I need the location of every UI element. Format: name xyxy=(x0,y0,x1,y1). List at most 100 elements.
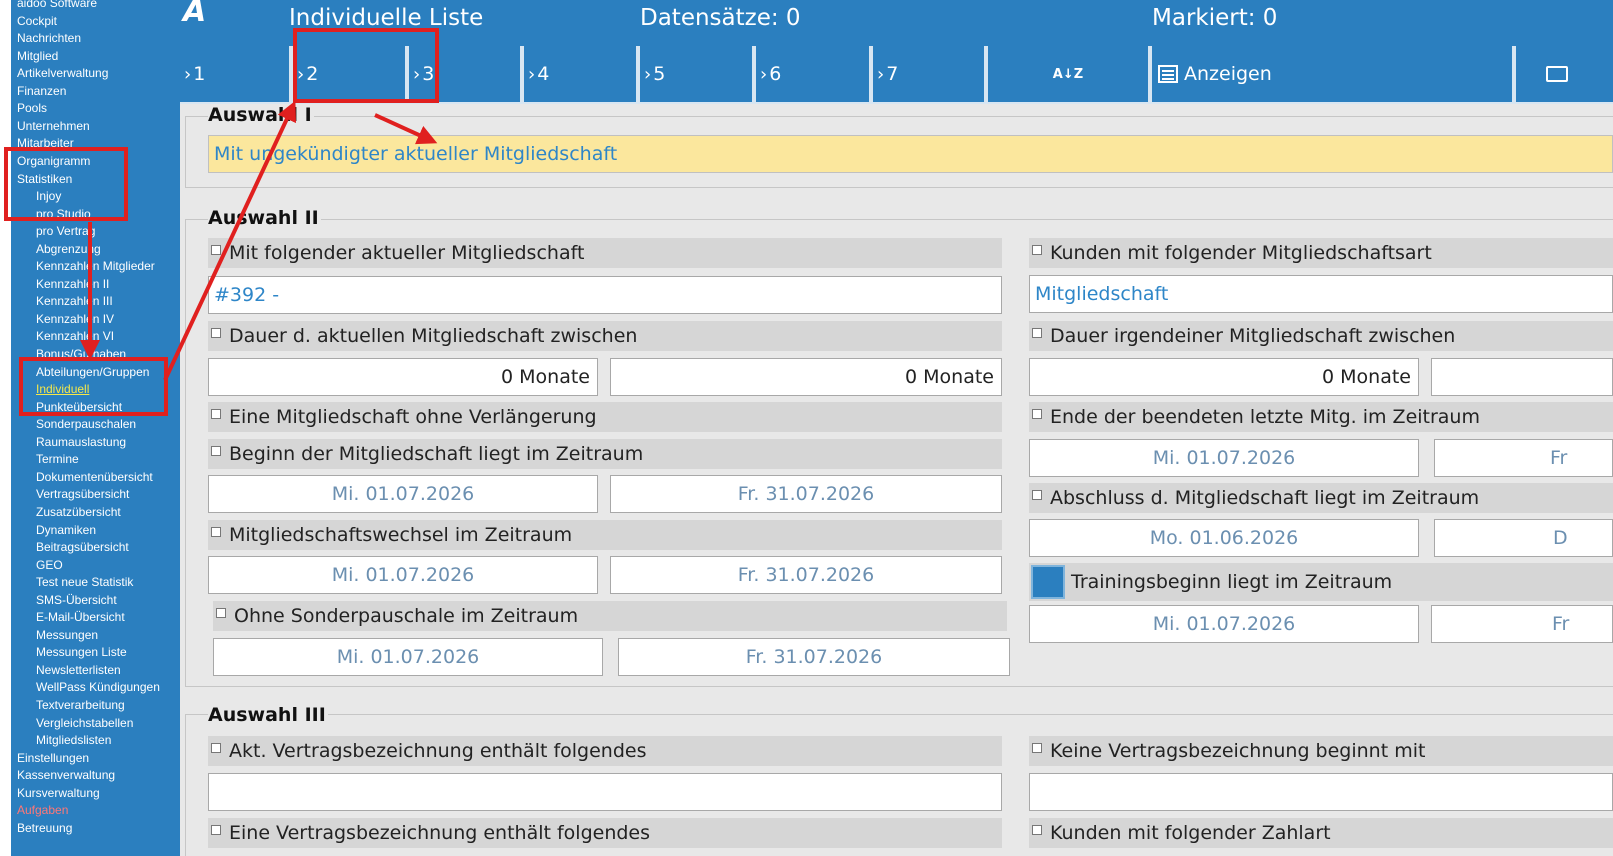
sidebar-item[interactable]: Einstellungen xyxy=(17,750,89,766)
sidebar-item[interactable]: Dokumentenübersicht xyxy=(36,469,153,485)
end-last-checkbox[interactable] xyxy=(1032,409,1042,419)
sidebar-item[interactable]: Kennzahlen VI xyxy=(36,328,114,344)
sidebar-item[interactable]: Mitarbeiter xyxy=(17,135,74,151)
sidebar-item[interactable]: aidoo Software xyxy=(17,0,97,11)
sidebar-item[interactable]: Bonus/Guthaben xyxy=(36,346,126,362)
sidebar-item[interactable]: pro Vertrag xyxy=(36,223,95,239)
payment-type-checkbox[interactable] xyxy=(1032,825,1042,835)
no-contract-begins-row[interactable]: Keine Vertragsbezeichnung beginnt mit xyxy=(1029,736,1613,766)
sidebar-item[interactable]: pro Studio xyxy=(36,206,91,222)
conclusion-to-field[interactable]: D xyxy=(1434,519,1613,557)
sidebar-item[interactable]: Finanzen xyxy=(17,83,66,99)
sidebar-item[interactable]: Kennzahlen II xyxy=(36,276,109,292)
sidebar-item[interactable]: Kennzahlen IV xyxy=(36,311,114,327)
sidebar-item[interactable]: E-Mail-Übersicht xyxy=(36,609,125,625)
current-membership-checkbox[interactable] xyxy=(211,245,221,255)
tab-5[interactable]: › 5 xyxy=(640,46,752,102)
sidebar-item[interactable]: Cockpit xyxy=(17,13,57,29)
training-from-field[interactable]: Mi. 01.07.2026 xyxy=(1029,605,1419,643)
sidebar-item[interactable]: Raumauslastung xyxy=(36,434,126,450)
sidebar-item[interactable]: Beitragsübersicht xyxy=(36,539,129,555)
membership-type-checkbox[interactable] xyxy=(1032,245,1042,255)
membership-start-checkbox[interactable] xyxy=(211,446,221,456)
sidebar-item[interactable]: Vertragsübersicht xyxy=(36,486,129,502)
sidebar-item[interactable]: Mitglied xyxy=(17,48,58,64)
sidebar-item[interactable]: Abteilungen/Gruppen xyxy=(36,364,149,380)
no-special-to-field[interactable]: Fr. 31.07.2026 xyxy=(618,638,1010,676)
sidebar-item[interactable]: Termine xyxy=(36,451,79,467)
sidebar-item[interactable]: Organigramm xyxy=(17,153,90,169)
end-last-row[interactable]: Ende der beendeten letzte Mitg. im Zeitr… xyxy=(1029,402,1613,432)
tab-4[interactable]: › 4 xyxy=(524,46,636,102)
open-folder-button[interactable] xyxy=(1516,46,1613,102)
no-special-row[interactable]: Ohne Sonderpauschale im Zeitraum xyxy=(213,601,1007,631)
membership-change-row[interactable]: Mitgliedschaftswechsel im Zeitraum xyxy=(208,520,1002,550)
no-extension-row[interactable]: Eine Mitgliedschaft ohne Verlängerung xyxy=(208,402,1002,432)
sidebar-item[interactable]: Mitgliedslisten xyxy=(36,732,111,748)
sidebar-item[interactable]: Statistiken xyxy=(17,171,72,187)
tab-7[interactable]: › 7 xyxy=(873,46,984,102)
payment-type-row[interactable]: Kunden mit folgender Zahlart xyxy=(1029,818,1613,848)
any-duration-from-field[interactable]: 0 Monate xyxy=(1029,358,1419,396)
auswahl-1-value[interactable]: Mit ungekündigter aktueller Mitgliedscha… xyxy=(208,135,1613,173)
conclusion-from-field[interactable]: Mo. 01.06.2026 xyxy=(1029,519,1419,557)
one-contract-contains-checkbox[interactable] xyxy=(211,825,221,835)
any-duration-checkbox[interactable] xyxy=(1032,328,1042,338)
membership-change-to-field[interactable]: Fr. 31.07.2026 xyxy=(610,556,1002,594)
tab-2[interactable]: › 2 xyxy=(293,46,405,102)
sidebar-item[interactable]: Pools xyxy=(17,100,47,116)
end-last-to-field[interactable]: Fr xyxy=(1434,439,1613,477)
sidebar-item[interactable]: Textverarbeitung xyxy=(36,697,125,713)
membership-type-field[interactable]: Mitgliedschaft xyxy=(1029,275,1613,313)
sidebar-item[interactable]: Dynamiken xyxy=(36,522,96,538)
sidebar-item[interactable]: Kennzahlen III xyxy=(36,293,113,309)
sidebar-item[interactable]: Zusatzübersicht xyxy=(36,504,121,520)
sidebar-item[interactable]: Injoy xyxy=(36,188,61,204)
sidebar-item[interactable]: Test neue Statistik xyxy=(36,574,133,590)
sidebar-item[interactable]: Punkteübersicht xyxy=(36,399,122,415)
any-duration-row[interactable]: Dauer irgendeiner Mitgliedschaft zwische… xyxy=(1029,321,1613,351)
contract-contains-checkbox[interactable] xyxy=(211,743,221,753)
contract-contains-row[interactable]: Akt. Vertragsbezeichnung enthält folgend… xyxy=(208,736,1002,766)
sidebar-item[interactable]: Kursverwaltung xyxy=(17,785,100,801)
sidebar-item[interactable]: Abgrenzung xyxy=(36,241,101,257)
sort-button[interactable]: A↓Z xyxy=(988,46,1148,102)
sidebar-item[interactable]: Nachrichten xyxy=(17,30,81,46)
conclusion-checkbox[interactable] xyxy=(1032,490,1042,500)
sidebar-item[interactable]: Messungen Liste xyxy=(36,644,127,660)
no-contract-begins-field[interactable] xyxy=(1029,773,1613,811)
contract-contains-field[interactable] xyxy=(208,773,1002,811)
sidebar-item[interactable]: WellPass Kündigungen xyxy=(36,679,160,695)
current-membership-row[interactable]: Mit folgender aktueller Mitgliedschaft xyxy=(208,238,1002,268)
show-button[interactable]: Anzeigen xyxy=(1152,46,1512,102)
sidebar-item[interactable]: Kassenverwaltung xyxy=(17,767,115,783)
duration-to-field[interactable]: 0 Monate xyxy=(610,358,1002,396)
membership-change-from-field[interactable]: Mi. 01.07.2026 xyxy=(208,556,598,594)
membership-change-checkbox[interactable] xyxy=(211,527,221,537)
one-contract-contains-row[interactable]: Eine Vertragsbezeichnung enthält folgend… xyxy=(208,818,1002,848)
sidebar-item[interactable]: Betreuung xyxy=(17,820,72,836)
duration-from-field[interactable]: 0 Monate xyxy=(208,358,598,396)
sidebar-item[interactable]: Artikelverwaltung xyxy=(17,65,108,81)
end-last-from-field[interactable]: Mi. 01.07.2026 xyxy=(1029,439,1419,477)
sidebar-item[interactable]: Messungen xyxy=(36,627,98,643)
tab-6[interactable]: › 6 xyxy=(756,46,869,102)
conclusion-row[interactable]: Abschluss d. Mitgliedschaft liegt im Zei… xyxy=(1029,483,1613,513)
tab-1[interactable]: › 1 xyxy=(180,46,289,102)
membership-type-row[interactable]: Kunden mit folgender Mitgliedschaftsart xyxy=(1029,238,1613,268)
sidebar-item[interactable]: SMS-Übersicht xyxy=(36,592,117,608)
sidebar-item[interactable]: Individuell xyxy=(36,381,89,397)
no-extension-checkbox[interactable] xyxy=(211,409,221,419)
duration-checkbox[interactable] xyxy=(211,328,221,338)
training-row[interactable]: Trainingsbeginn liegt im Zeitraum xyxy=(1029,563,1613,601)
sidebar-item[interactable]: Unternehmen xyxy=(17,118,90,134)
training-checkbox[interactable] xyxy=(1031,565,1065,599)
sidebar-item[interactable]: Kennzahlen Mitglieder xyxy=(36,258,155,274)
membership-start-to-field[interactable]: Fr. 31.07.2026 xyxy=(610,475,1002,513)
duration-row[interactable]: Dauer d. aktuellen Mitgliedschaft zwisch… xyxy=(208,321,1002,351)
no-contract-begins-checkbox[interactable] xyxy=(1032,743,1042,753)
tab-3[interactable]: › 3 xyxy=(409,46,520,102)
sidebar-item[interactable]: Aufgaben xyxy=(17,802,68,818)
membership-start-row[interactable]: Beginn der Mitgliedschaft liegt im Zeitr… xyxy=(208,439,1002,469)
current-membership-field[interactable]: #392 - xyxy=(208,276,1002,314)
